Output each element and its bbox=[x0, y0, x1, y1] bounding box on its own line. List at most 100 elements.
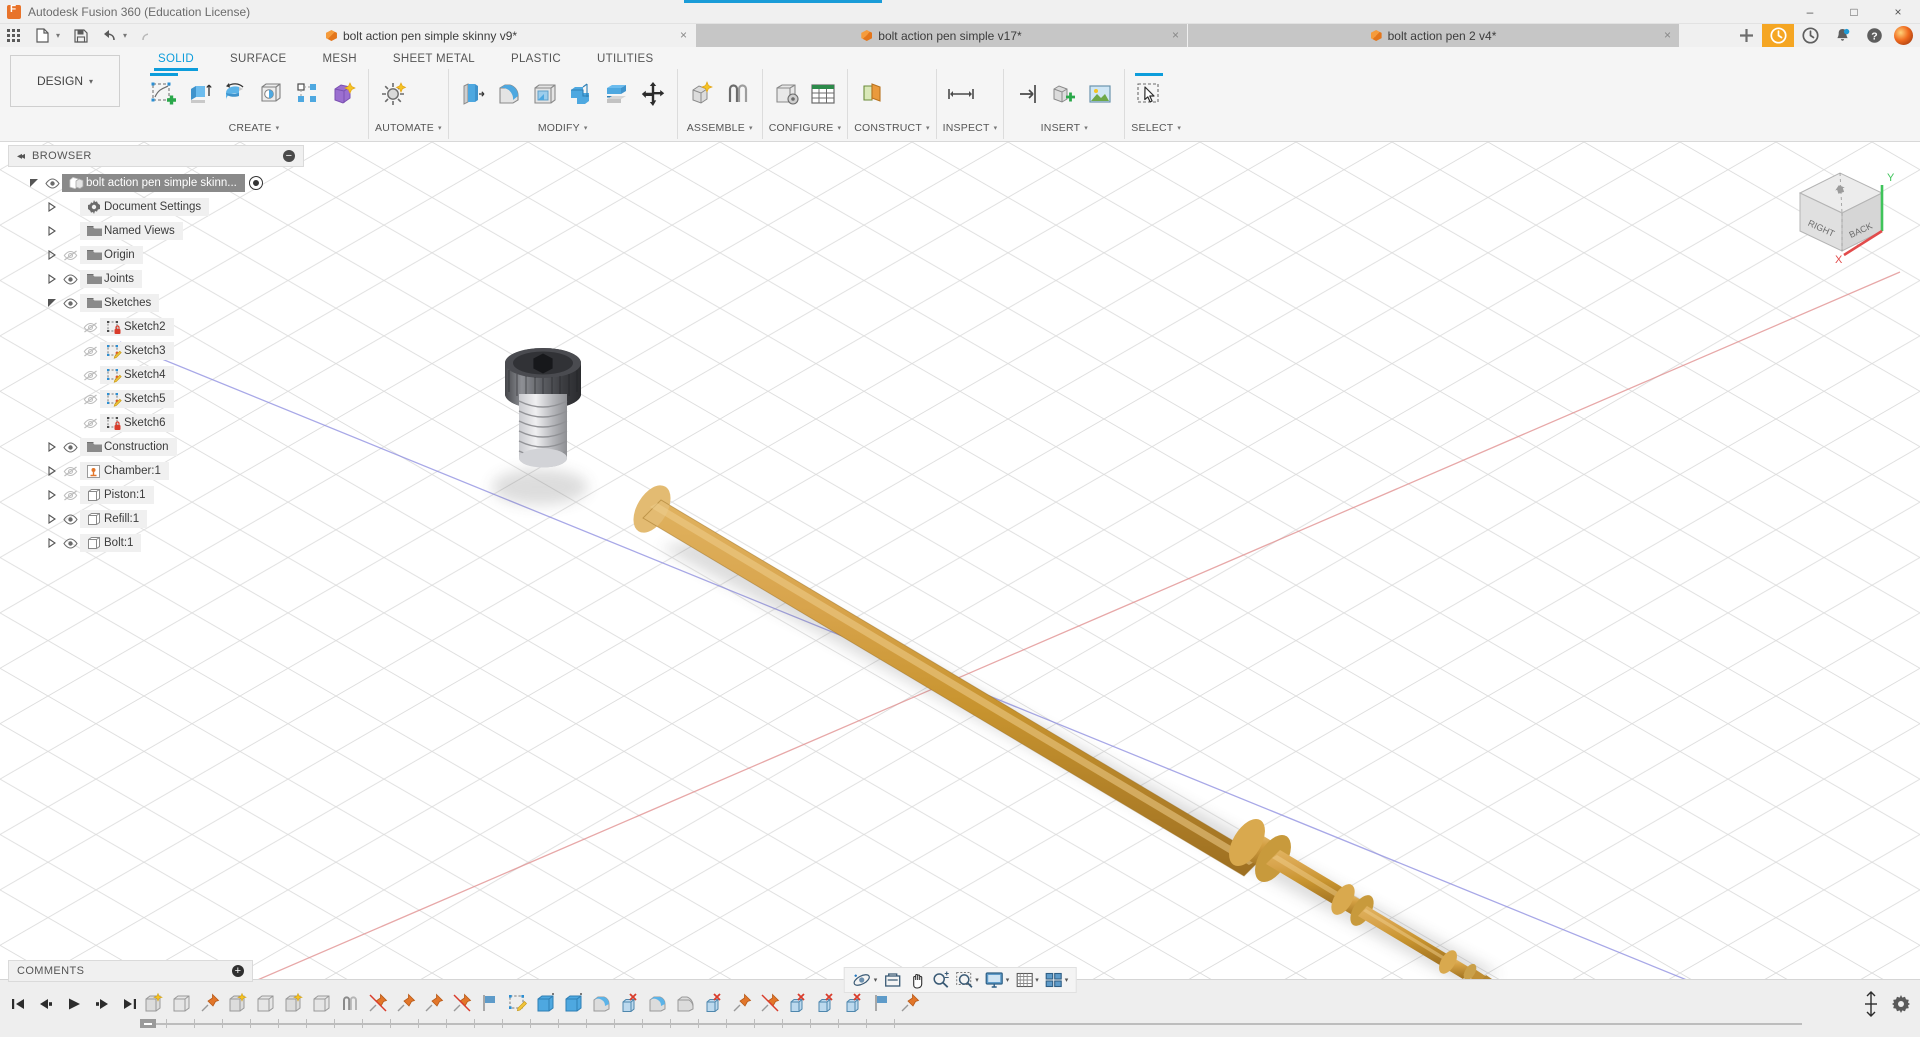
tab-solid[interactable]: SOLID bbox=[140, 49, 212, 71]
activate-component-radio[interactable] bbox=[248, 176, 263, 190]
viewports-button[interactable]: ▾ bbox=[1042, 968, 1072, 992]
offset-face-button[interactable] bbox=[599, 72, 635, 116]
orbit-tool-button[interactable]: ▾ bbox=[849, 968, 881, 992]
tab-sheet-metal[interactable]: SHEET METAL bbox=[375, 49, 493, 71]
new-file-caret-icon[interactable]: ▾ bbox=[56, 31, 67, 40]
document-tab-close-icon[interactable]: × bbox=[1172, 28, 1179, 42]
panel-construct-label[interactable]: CONSTRUCT ▾ bbox=[848, 119, 935, 137]
timeline-track[interactable] bbox=[140, 1019, 1802, 1028]
panel-automate-label[interactable]: AUTOMATE ▾ bbox=[369, 119, 448, 137]
tab-plastic[interactable]: PLASTIC bbox=[493, 49, 579, 71]
timeline-rigid-group-feature[interactable] bbox=[448, 988, 476, 1018]
undo-icon[interactable] bbox=[95, 24, 123, 47]
help-icon[interactable]: ? bbox=[1858, 24, 1890, 47]
timeline-sketch-edit-feature[interactable] bbox=[504, 988, 532, 1018]
grid-apps-icon[interactable] bbox=[0, 24, 28, 47]
combine-button[interactable] bbox=[563, 72, 599, 116]
minimize-button[interactable]: – bbox=[1788, 0, 1832, 24]
timeline-revolve-feature[interactable] bbox=[644, 988, 672, 1018]
timeline-playhead-marker[interactable] bbox=[140, 1019, 156, 1028]
tree-item-joints[interactable]: Joints bbox=[8, 267, 304, 291]
timeline-delete-body-feature[interactable] bbox=[784, 988, 812, 1018]
timeline-rigid-group-feature[interactable] bbox=[364, 988, 392, 1018]
visibility-eye-icon[interactable] bbox=[60, 441, 80, 453]
visibility-eye-icon[interactable] bbox=[60, 273, 80, 285]
timeline-extrude-feature[interactable] bbox=[168, 988, 196, 1018]
expand-arrow-down-icon[interactable] bbox=[26, 178, 42, 188]
expand-arrow-right-icon[interactable] bbox=[44, 442, 60, 452]
tab-surface[interactable]: SURFACE bbox=[212, 49, 304, 71]
expand-arrow-right-icon[interactable] bbox=[44, 490, 60, 500]
undo-caret-icon[interactable]: ▾ bbox=[123, 31, 134, 40]
move-copy-button[interactable] bbox=[635, 72, 671, 116]
viewports-caret-icon[interactable]: ▾ bbox=[1065, 976, 1069, 984]
panel-select-label[interactable]: SELECT ▾ bbox=[1125, 119, 1187, 137]
panel-configure-label[interactable]: CONFIGURE ▾ bbox=[763, 119, 848, 137]
visibility-eye-hidden-icon[interactable] bbox=[80, 370, 100, 381]
expand-arrow-down-icon[interactable] bbox=[44, 298, 60, 308]
browser-minimize-icon[interactable]: − bbox=[283, 150, 295, 162]
visibility-eye-hidden-icon[interactable] bbox=[60, 250, 80, 261]
tree-item-document-settings[interactable]: Document Settings bbox=[8, 195, 304, 219]
visibility-eye-hidden-icon[interactable] bbox=[60, 466, 80, 477]
timeline-sketch-feature[interactable] bbox=[140, 988, 168, 1018]
timeline-extrude-feature[interactable] bbox=[252, 988, 280, 1018]
timeline-fillet-feature[interactable] bbox=[672, 988, 700, 1018]
recent-icon[interactable] bbox=[1794, 24, 1826, 47]
visibility-eye-hidden-icon[interactable] bbox=[60, 490, 80, 501]
zoom-window-caret-icon[interactable]: ▾ bbox=[975, 976, 979, 984]
timeline-extrude-feature[interactable] bbox=[560, 988, 588, 1018]
step-forward-button[interactable] bbox=[88, 990, 116, 1018]
timeline-joint-origin-feature[interactable] bbox=[196, 988, 224, 1018]
fillet-button[interactable] bbox=[491, 72, 527, 116]
expand-arrow-right-icon[interactable] bbox=[44, 250, 60, 260]
extrude-button[interactable] bbox=[182, 72, 218, 116]
visibility-eye-hidden-icon[interactable] bbox=[80, 418, 100, 429]
tree-item-root[interactable]: bolt action pen simple skinn... bbox=[8, 171, 304, 195]
create-mesh-button[interactable] bbox=[326, 72, 362, 116]
timeline-extrude-feature[interactable] bbox=[308, 988, 336, 1018]
tree-item-bolt[interactable]: Bolt:1 bbox=[8, 531, 304, 555]
document-tab-close-icon[interactable]: × bbox=[680, 28, 687, 42]
shell-button[interactable] bbox=[527, 72, 563, 116]
press-pull-button[interactable] bbox=[455, 72, 491, 116]
revolve-button[interactable] bbox=[218, 72, 254, 116]
close-button[interactable]: × bbox=[1876, 0, 1920, 24]
new-file-icon[interactable] bbox=[28, 24, 56, 47]
tree-item-chamber[interactable]: Chamber:1 bbox=[8, 459, 304, 483]
step-back-button[interactable] bbox=[32, 990, 60, 1018]
create-sketch-button[interactable] bbox=[146, 72, 182, 116]
display-settings-button[interactable]: ▾ bbox=[982, 968, 1013, 992]
visibility-eye-hidden-icon[interactable] bbox=[80, 322, 100, 333]
add-tab-button[interactable] bbox=[1730, 24, 1762, 47]
comments-panel[interactable]: COMMENTS + bbox=[8, 960, 253, 982]
browser-collapse-icon[interactable]: ◂◂ bbox=[17, 151, 25, 162]
zoom-window-tool-button[interactable]: ▾ bbox=[952, 968, 982, 992]
visibility-eye-hidden-icon[interactable] bbox=[80, 394, 100, 405]
timeline-delete-body-feature[interactable] bbox=[700, 988, 728, 1018]
panel-create-label[interactable]: CREATE ▾ bbox=[140, 119, 368, 137]
panel-insert-label[interactable]: INSERT ▾ bbox=[1004, 119, 1124, 137]
tree-item-refill[interactable]: Refill:1 bbox=[8, 507, 304, 531]
zoom-tool-button[interactable] bbox=[928, 968, 952, 992]
timeline-joint-feature[interactable] bbox=[336, 988, 364, 1018]
visibility-eye-hidden-icon[interactable] bbox=[80, 346, 100, 357]
automate-button[interactable] bbox=[375, 72, 411, 116]
timeline-joint-origin-feature[interactable] bbox=[728, 988, 756, 1018]
timeline-joint-origin-feature[interactable] bbox=[420, 988, 448, 1018]
grid-snaps-button[interactable]: ▾ bbox=[1012, 968, 1042, 992]
timeline-flag-feature[interactable] bbox=[476, 988, 504, 1018]
tree-item-sketch4[interactable]: Sketch4 bbox=[8, 363, 304, 387]
insert-mcmaster-button[interactable] bbox=[1046, 72, 1082, 116]
go-to-beginning-button[interactable] bbox=[4, 990, 32, 1018]
notifications-icon[interactable] bbox=[1826, 24, 1858, 47]
timeline-delete-body-feature[interactable] bbox=[812, 988, 840, 1018]
insert-canvas-button[interactable] bbox=[1082, 72, 1118, 116]
workspace-switcher-button[interactable]: DESIGN ▾ bbox=[10, 55, 120, 107]
visibility-eye-icon[interactable] bbox=[60, 297, 80, 309]
insert-derive-button[interactable] bbox=[1010, 72, 1046, 116]
timeline-delete-body-feature[interactable] bbox=[616, 988, 644, 1018]
maximize-button[interactable]: □ bbox=[1832, 0, 1876, 24]
construct-plane-button[interactable] bbox=[854, 72, 890, 116]
configuration-table-button[interactable] bbox=[805, 72, 841, 116]
